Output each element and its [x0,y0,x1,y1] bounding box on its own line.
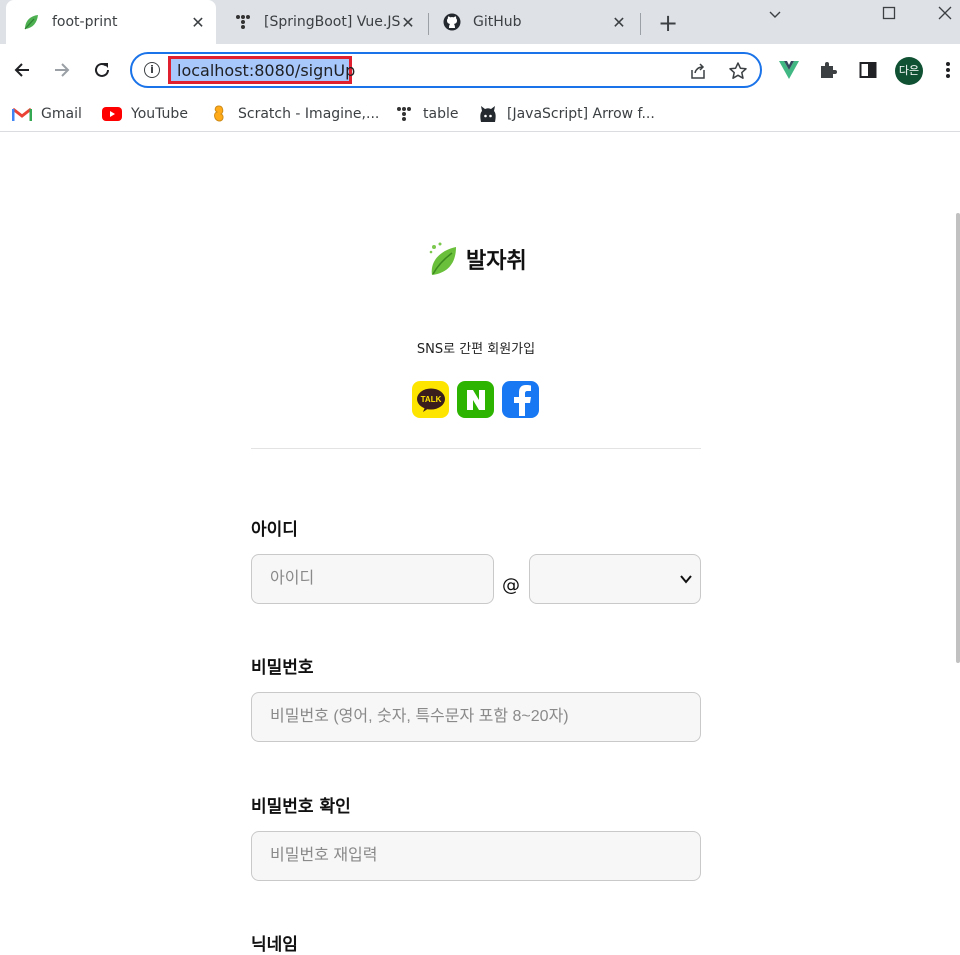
window-close-icon[interactable] [930,2,960,26]
menu-kebab-icon[interactable] [936,58,960,82]
tab-springboot[interactable]: [SpringBoot] Vue.JS ✕ [218,0,428,44]
profile-avatar[interactable]: 다은 [895,57,923,85]
kakao-talk-icon: TALK [416,388,445,412]
bookmark-scratch[interactable]: Scratch - Imagine,... [209,101,379,127]
dots-icon [234,13,252,31]
leaf-icon [22,13,40,31]
tab-strip: foot-print ✕ [SpringBoot] Vue.JS ✕ GitHu… [0,0,960,44]
password-confirm-input[interactable] [251,831,701,881]
close-tab-icon[interactable]: ✕ [188,13,208,32]
tab-title: foot-print [52,14,118,30]
reload-button[interactable] [88,56,116,84]
scrollbar[interactable] [956,213,960,663]
scratch-icon [209,105,229,123]
bookmarks-bar: Gmail YouTube Scratch - Imagine,... tabl… [0,96,960,132]
sns-signup-title: SNS로 간편 회원가입 [416,342,536,357]
bookmark-label: YouTube [131,106,188,122]
leaf-logo-icon [429,242,456,275]
password-label: 비밀번호 [251,658,314,678]
gmail-icon [12,105,32,123]
tab-title: [SpringBoot] Vue.JS [264,14,400,30]
tab-title: GitHub [473,14,522,30]
site-logo[interactable]: 발자취 [428,241,527,277]
close-tab-icon[interactable]: ✕ [398,13,418,32]
github-icon [443,13,461,31]
back-button[interactable] [8,56,36,84]
tab-separator [640,13,641,35]
bookmark-label: table [423,106,459,122]
id-label: 아이디 [251,520,298,540]
dots-icon [394,105,414,123]
vue-devtools-icon[interactable] [777,58,801,82]
bookmark-label: Gmail [41,106,82,122]
share-icon[interactable] [688,61,708,81]
bookmark-table[interactable]: table [394,101,458,127]
logo-text: 발자취 [466,249,527,274]
bookmark-javascript-arrow[interactable]: [JavaScript] Arrow f... [478,101,655,127]
address-bar[interactable]: i localhost:8080/signUp [130,52,762,88]
bookmark-gmail[interactable]: Gmail [12,101,82,127]
kakao-signup-button[interactable]: TALK [412,381,449,418]
email-domain-select[interactable] [529,554,701,604]
password-confirm-label: 비밀번호 확인 [251,797,351,817]
sns-buttons: TALK [412,381,539,418]
facebook-signup-button[interactable] [502,381,539,418]
site-info-icon[interactable]: i [144,62,160,78]
section-divider [251,448,701,449]
nickname-label: 닉네임 [251,935,298,955]
forward-button[interactable] [48,56,76,84]
password-input[interactable] [251,692,701,742]
arrow-right-icon [55,63,70,77]
chevron-down-icon [680,575,692,584]
url-highlight: localhost:8080/signUp [168,56,355,84]
arrow-left-icon [14,63,29,77]
reload-icon [95,62,109,77]
maximize-icon[interactable] [874,2,904,26]
bookmark-youtube[interactable]: YouTube [102,101,188,127]
naver-signup-button[interactable] [457,381,494,418]
facebook-icon [513,384,531,416]
bookmark-label: [JavaScript] Arrow f... [507,106,655,122]
close-tab-icon[interactable]: ✕ [609,13,629,32]
kakao-label: TALK [420,395,441,404]
tab-foot-print[interactable]: foot-print ✕ [6,0,216,44]
tab-github[interactable]: GitHub ✕ [429,0,639,44]
bookmark-label: Scratch - Imagine,... [238,106,380,122]
github-icon [478,105,498,123]
side-panel-icon[interactable] [856,58,880,82]
id-input[interactable] [251,554,494,604]
bookmark-star-icon[interactable] [728,61,748,81]
extensions-puzzle-icon[interactable] [816,58,840,82]
new-tab-button[interactable]: + [656,11,680,36]
at-sign: @ [502,575,520,596]
youtube-icon [102,105,122,123]
page-content: 발자취 SNS로 간편 회원가입 TALK 아이디 @ 비밀번호 [0,133,960,955]
url-text[interactable]: localhost:8080/signUp [177,61,355,80]
naver-icon [466,389,485,410]
browser-toolbar: i localhost:8080/signUp 다은 [0,44,960,96]
minimize-icon[interactable] [760,2,790,26]
